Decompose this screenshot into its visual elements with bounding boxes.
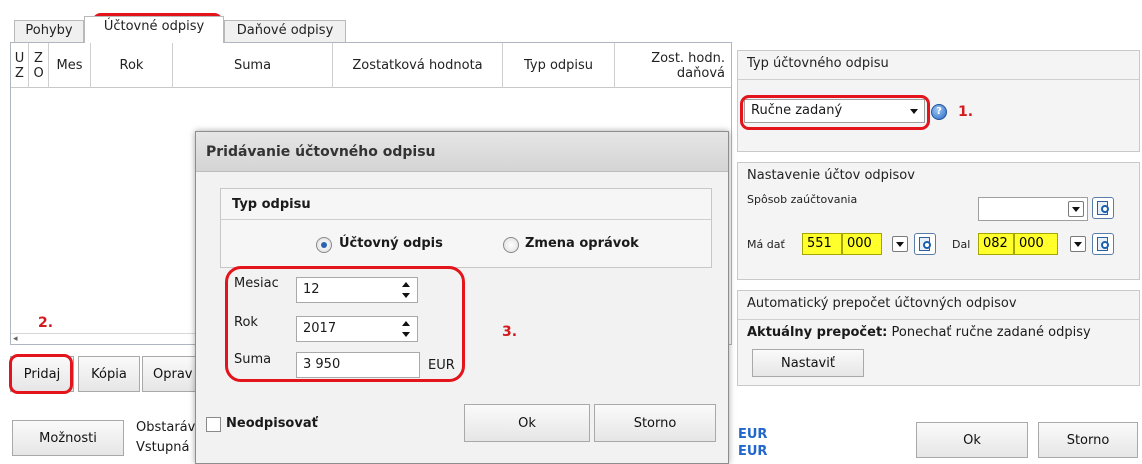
dialog-storno-button[interactable]: Storno: [594, 404, 716, 442]
automaticky-prepocet-title: Automatický prepočet účtovných odpisov: [747, 296, 1017, 311]
col-header-typ-odpisu[interactable]: Typ odpisu: [503, 43, 615, 88]
mesiac-spinner[interactable]: 12: [296, 277, 418, 303]
moznosti-button[interactable]: Možnosti: [12, 420, 124, 456]
tab-uctovne-odpisy[interactable]: Účtovné odpisy: [84, 16, 224, 43]
oprav-button[interactable]: Oprav: [142, 356, 196, 392]
dal-analytika-field[interactable]: 000: [1014, 233, 1058, 255]
aktualny-prepocet-row: Aktuálny prepočet: Ponechať ručne zadané…: [747, 325, 1091, 340]
nastavenie-uctov-odpisov-group: Nastavenie účtov odpisov Spôsob zaúčtova…: [737, 162, 1140, 280]
tab-strip: Pohyby Účtovné odpisy Daňové odpisy: [14, 14, 734, 43]
suma-value: 3 950: [303, 357, 341, 372]
dialog-ok-button[interactable]: Ok: [464, 404, 590, 442]
ma-dat-label: Má dať: [747, 238, 785, 251]
moznosti-button-label: Možnosti: [39, 430, 97, 446]
dialog-storno-button-label: Storno: [633, 415, 677, 431]
obstaravacia-label: Obstaráv: [136, 420, 196, 435]
tab-pohyby-label: Pohyby: [25, 23, 73, 38]
typ-odpisu-selected-value: Ručne zadaný: [751, 103, 843, 118]
kopia-button-label: Kópia: [91, 366, 127, 382]
group-divider: [738, 79, 1139, 80]
chevron-down-icon: [1070, 236, 1086, 252]
help-icon[interactable]: ?: [931, 104, 947, 120]
tab-danove-odpisy[interactable]: Daňové odpisy: [224, 20, 346, 42]
chevron-down-icon: [1068, 201, 1084, 217]
oprav-button-label: Oprav: [153, 366, 193, 382]
ma-dat-analytika-field[interactable]: 000: [842, 233, 882, 255]
col-header-zost-hodn-danova[interactable]: Zost. hodn. daňová: [615, 43, 731, 88]
col-header-zo[interactable]: Z O: [29, 43, 49, 88]
tab-danove-odpisy-label: Daňové odpisy: [236, 23, 334, 38]
currency-label-2: EUR: [738, 444, 768, 459]
spinner-arrows-icon[interactable]: [401, 321, 411, 337]
currency-label-1: EUR: [738, 427, 768, 442]
storno-button-label: Storno: [1066, 432, 1110, 448]
rok-value: 2017: [303, 321, 337, 336]
lookup-dal-icon[interactable]: [1092, 233, 1114, 255]
storno-button[interactable]: Storno: [1038, 422, 1138, 458]
suma-currency-label: EUR: [428, 358, 455, 373]
kopia-button[interactable]: Kópia: [78, 356, 140, 392]
annotation-2: 2.: [38, 315, 54, 331]
suma-field[interactable]: 3 950: [296, 352, 420, 378]
neodpisovat-label[interactable]: Neodpisovať: [226, 416, 318, 431]
suma-label: Suma: [234, 352, 272, 367]
scroll-left-arrow-icon[interactable]: ◂: [13, 334, 18, 344]
annotation-3: 3.: [502, 324, 518, 340]
col-header-mes[interactable]: Mes: [49, 43, 91, 88]
ok-button[interactable]: Ok: [916, 422, 1028, 458]
pridaj-button-label: Pridaj: [23, 366, 61, 382]
uctovny-odpis-label[interactable]: Účtovný odpis: [339, 236, 443, 251]
dal-dropdown[interactable]: [1064, 233, 1086, 257]
typ-uctovneho-odpisu-group: Typ účtovného odpisu Ručne zadaný ? 1.: [737, 50, 1140, 152]
sposob-zauctovania-label: Spôsob zaúčtovania: [747, 193, 858, 206]
chevron-down-icon: [892, 236, 908, 252]
typ-odpisu-group-title: Typ odpisu: [232, 197, 311, 212]
mesiac-value: 12: [303, 282, 320, 297]
group-divider: [738, 319, 1139, 320]
typ-uctovneho-odpisu-title: Typ účtovného odpisu: [747, 56, 889, 71]
ma-dat-ucet-field[interactable]: 551: [802, 233, 842, 255]
rok-label: Rok: [234, 315, 258, 330]
spinner-arrows-icon[interactable]: [401, 282, 411, 298]
zmena-opravok-label[interactable]: Zmena oprávok: [525, 236, 639, 251]
lookup-ma-dat-icon[interactable]: [914, 233, 936, 255]
ma-dat-dropdown[interactable]: [886, 233, 908, 257]
annotation-1: 1.: [958, 104, 974, 120]
uctovny-odpis-radio[interactable]: [316, 237, 332, 253]
aktualny-prepocet-label: Aktuálny prepočet:: [747, 325, 888, 340]
vstupna-label: Vstupná: [136, 440, 190, 455]
dal-ucet-field[interactable]: 082: [978, 233, 1014, 255]
tab-uctovne-odpisy-label: Účtovné odpisy: [103, 19, 205, 34]
typ-odpisu-group: Typ odpisu Účtovný odpis Zmena oprávok: [220, 188, 712, 268]
aktualny-prepocet-value: Ponechať ručne zadané odpisy: [891, 325, 1091, 340]
dialog-ok-button-label: Ok: [518, 415, 536, 431]
typ-odpisu-select[interactable]: Ručne zadaný: [744, 99, 925, 123]
group-divider: [221, 219, 711, 220]
lookup-sposob-icon[interactable]: [1092, 197, 1114, 219]
dal-label: Dal: [952, 238, 971, 251]
chevron-down-icon: [910, 109, 918, 114]
nastavenie-uctov-title: Nastavenie účtov odpisov: [747, 168, 915, 183]
automaticky-prepocet-group: Automatický prepočet účtovných odpisov A…: [737, 290, 1140, 386]
nastavit-button-label: Nastaviť: [781, 355, 835, 371]
grid-header: U Z Z O Mes Rok Suma Zostatková hodnota …: [11, 43, 731, 88]
pridavanie-odpisu-dialog: Pridávanie účtovného odpisu Typ odpisu Ú…: [195, 131, 729, 464]
zmena-opravok-radio[interactable]: [503, 237, 519, 253]
col-header-uz[interactable]: U Z: [11, 43, 29, 88]
horizontal-scrollbar[interactable]: ◂: [11, 333, 201, 345]
rok-spinner[interactable]: 2017: [296, 316, 418, 342]
dialog-title: Pridávanie účtovného odpisu: [196, 132, 728, 172]
col-header-suma[interactable]: Suma: [173, 43, 333, 88]
pridaj-button[interactable]: Pridaj: [10, 356, 74, 392]
ok-button-label: Ok: [963, 432, 981, 448]
nastavit-button[interactable]: Nastaviť: [752, 349, 864, 377]
col-header-zostatkova-hodnota[interactable]: Zostatková hodnota: [333, 43, 503, 88]
col-header-rok[interactable]: Rok: [91, 43, 173, 88]
sposob-zauctovania-select[interactable]: [978, 197, 1088, 221]
tab-pohyby[interactable]: Pohyby: [14, 20, 84, 42]
neodpisovat-checkbox[interactable]: [206, 417, 221, 432]
mesiac-label: Mesiac: [234, 276, 279, 291]
